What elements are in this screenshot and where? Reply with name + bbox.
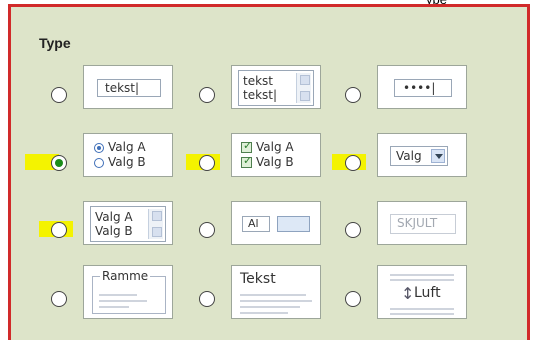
text-block-line3 [240,306,300,308]
textarea-preview: tekst tekst| [238,70,314,106]
dropdown-preview: Valg [390,146,448,166]
card-checkbox[interactable]: Valg A Valg B [231,133,321,177]
dropdown-arrow-icon [431,149,445,163]
card-password[interactable]: ••••| [377,65,467,109]
spacing-top-line [390,274,454,276]
file-path-preview: Al [242,216,270,232]
type-radio-file[interactable] [199,222,215,238]
text-block-line1 [240,294,306,296]
type-radio-frame[interactable] [51,291,67,307]
type-radio-password[interactable] [345,87,361,103]
card-file[interactable]: Al [231,201,321,245]
text-input-preview: tekst| [97,79,161,97]
type-radio-hidden[interactable] [345,222,361,238]
card-spacing[interactable]: ↕ Luft [377,265,467,319]
radio-option-a-label: Valg A [108,140,146,154]
textarea-scrollbar [296,73,311,103]
checkbox-option-b-box [241,154,252,168]
textarea-line2: tekst| [243,88,278,102]
card-frame[interactable]: Ramme [83,265,173,319]
spacing-top-line2 [390,279,454,281]
frame-preview-title: Ramme [100,269,151,283]
panel-title: Type [39,35,71,51]
radio-option-b-label: Valg B [108,155,146,169]
textarea-line1: tekst [243,74,273,88]
dropdown-value: Valg [396,149,422,163]
card-radio-group[interactable]: Valg A Valg B [83,133,173,177]
spacing-arrow-icon: ↕ [401,284,415,303]
card-text[interactable]: tekst| [83,65,173,109]
password-preview: ••••| [394,79,452,97]
checkbox-option-a-box [241,139,252,153]
card-listbox[interactable]: Valg A Valg B [83,201,173,245]
card-hidden[interactable]: SKJULT [377,201,467,245]
radio-option-a-dot [94,143,104,153]
file-browse-button-preview [277,216,310,232]
card-text-block[interactable]: Tekst [231,265,321,319]
hidden-field-text: SKJULT [397,216,438,230]
listbox-option-a: Valg A [95,210,133,224]
file-path-text: Al [248,217,259,230]
text-block-heading: Tekst [240,271,276,287]
type-radio-textarea[interactable] [199,87,215,103]
frame-preview-line1 [99,294,137,296]
spacing-label: Luft [414,285,441,301]
type-radio-checkbox[interactable] [199,155,215,171]
listbox-scrollbar [148,209,163,239]
type-radio-text[interactable] [51,87,67,103]
text-block-line4 [240,312,288,314]
frame-preview-line2 [99,300,147,302]
listbox-option-b: Valg B [95,224,133,238]
listbox-preview: Valg A Valg B [90,206,166,242]
type-radio-dropdown[interactable] [345,155,361,171]
type-radio-radio-group[interactable] [51,155,67,171]
type-panel: Type tekst| tekst tekst| ••••| Valg A Va… [8,4,530,340]
type-radio-listbox[interactable] [51,222,67,238]
text-block-line2 [240,300,312,302]
hidden-field-preview: SKJULT [390,214,456,234]
frame-preview-line3 [99,306,129,308]
text-input-preview-text: tekst| [105,81,140,95]
type-radio-text-block[interactable] [199,291,215,307]
password-preview-text: ••••| [403,81,436,95]
spacing-bottom-line [390,308,454,310]
spacing-bottom-line2 [390,313,454,315]
radio-option-b-dot [94,158,104,168]
card-dropdown[interactable]: Valg [377,133,467,177]
card-textarea[interactable]: tekst tekst| [231,65,321,109]
checkbox-option-a-label: Valg A [256,140,294,154]
checkbox-option-b-label: Valg B [256,155,294,169]
type-radio-spacing[interactable] [345,291,361,307]
